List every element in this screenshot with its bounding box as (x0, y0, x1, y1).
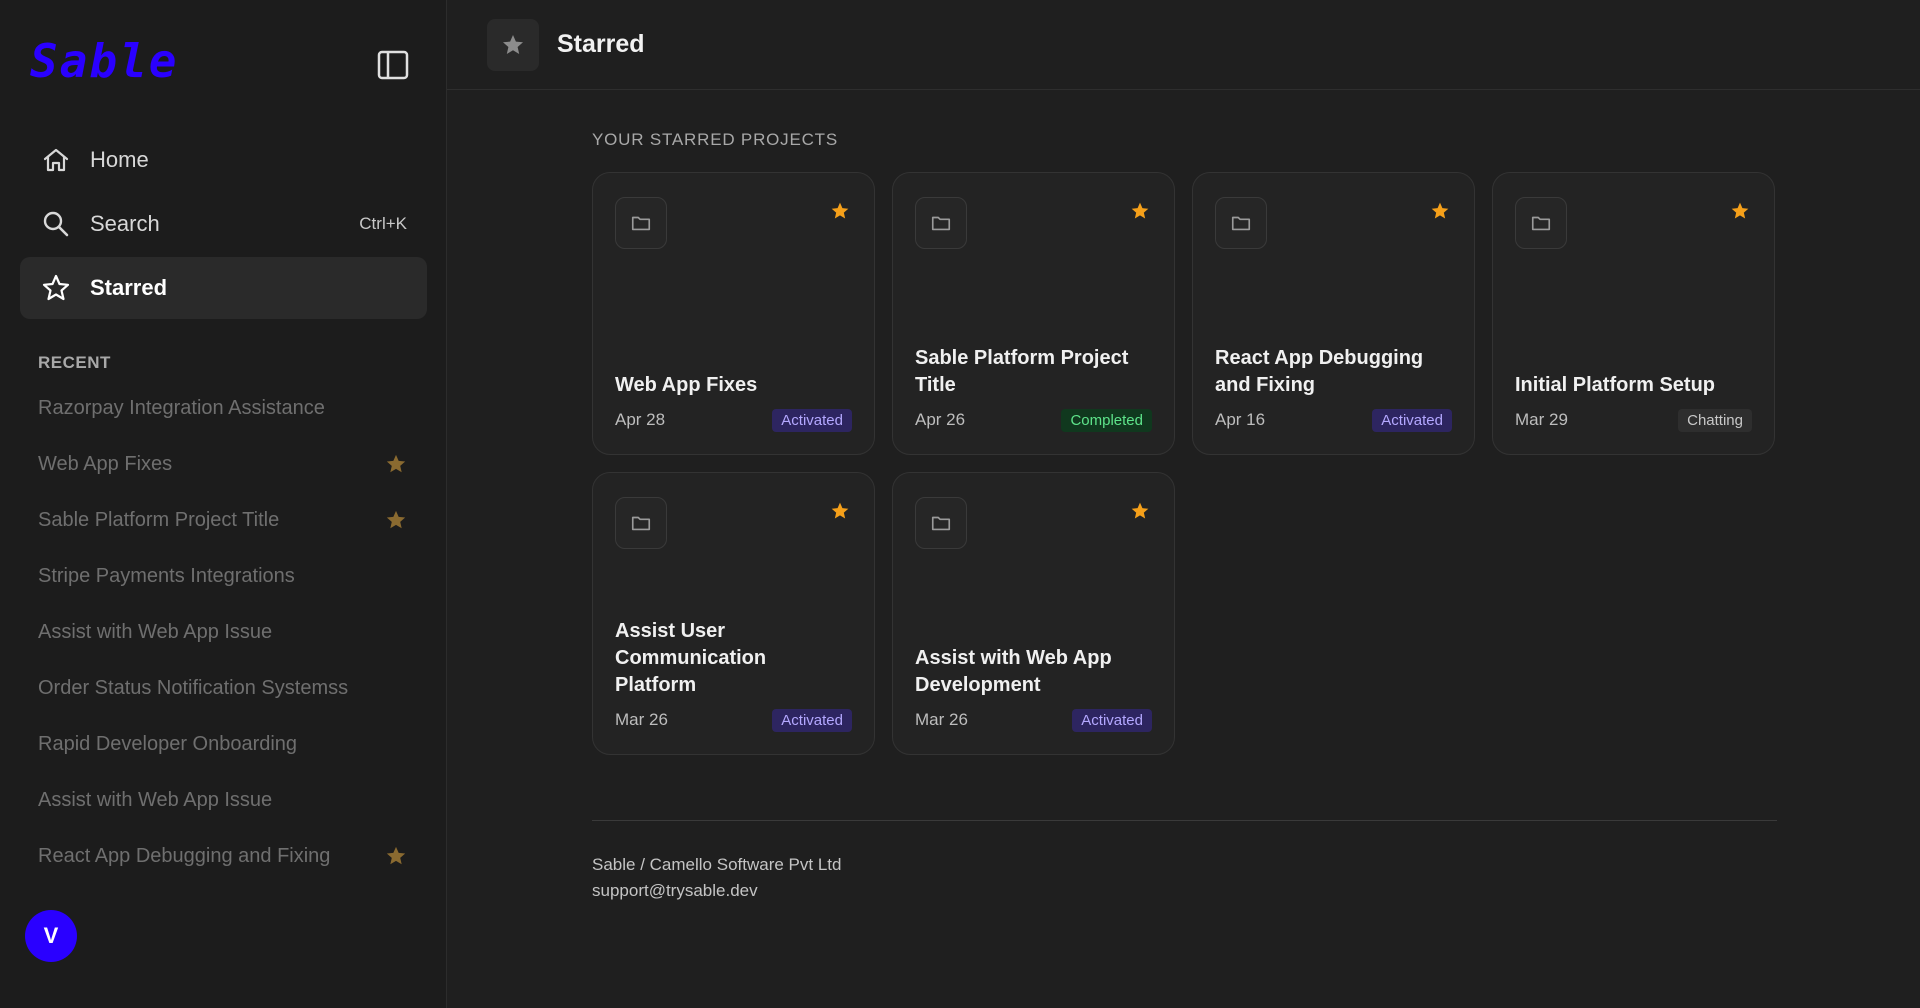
recent-item[interactable]: React App Debugging and Fixing (38, 828, 408, 884)
star-filled-icon[interactable] (830, 201, 852, 223)
sidebar: Sable Home Search Ctrl+K Starred RECENT … (0, 0, 447, 1008)
recent-item[interactable]: Sable Platform Project Title (38, 492, 408, 548)
nav-label: Home (90, 147, 149, 172)
recent-item-label: Assist with Web App Issue (38, 620, 273, 643)
recent-item-label: Razorpay Integration Assistance (38, 396, 325, 419)
folder-icon (1515, 197, 1567, 249)
star-filled-icon[interactable] (1130, 501, 1152, 523)
nav-item-search[interactable]: Search Ctrl+K (20, 193, 427, 255)
project-card[interactable]: Initial Platform Setup Mar 29 Chatting (1492, 172, 1775, 455)
star-filled-icon[interactable] (1730, 201, 1752, 223)
status-badge: Chatting (1678, 409, 1752, 432)
folder-icon (915, 197, 967, 249)
folder-icon (615, 197, 667, 249)
project-title: Sable Platform Project Title (915, 347, 1129, 396)
app: Sable Home Search Ctrl+K Starred RECENT … (0, 0, 1920, 1008)
star-filled-icon (384, 844, 408, 868)
recent-item[interactable]: Stripe Payments Integrations (38, 548, 408, 604)
footer-divider (592, 820, 1777, 821)
brand-logo[interactable]: Sable (30, 36, 178, 86)
recent-item-label: Web App Fixes (38, 452, 173, 475)
recent-item[interactable]: Razorpay Integration Assistance (38, 380, 408, 436)
project-card[interactable]: Web App Fixes Apr 28 Activated (592, 172, 875, 455)
recent-item-label: Sable Platform Project Title (38, 508, 280, 531)
project-date: Mar 26 (615, 710, 668, 729)
project-title: React App Debugging and Fixing (1215, 347, 1424, 396)
user-avatar[interactable]: V (25, 910, 77, 962)
sidebar-panel-icon (377, 50, 409, 80)
status-badge: Activated (1072, 709, 1152, 732)
sidebar-nav: Home Search Ctrl+K Starred (20, 129, 427, 321)
recent-item[interactable]: Assist with Web App Issue (38, 604, 408, 660)
status-badge: Activated (772, 409, 852, 432)
topbar: Starred (447, 0, 1920, 90)
recent-item-label: Stripe Payments Integrations (38, 564, 295, 587)
project-date: Apr 26 (915, 410, 966, 429)
recent-list: Razorpay Integration Assistance Web App … (38, 380, 408, 884)
status-badge: Activated (772, 709, 852, 732)
search-icon (40, 208, 72, 240)
sidebar-toggle-button[interactable] (376, 48, 410, 82)
recent-item-label: Rapid Developer Onboarding (38, 732, 298, 755)
project-card[interactable]: Sable Platform Project Title Apr 26 Comp… (892, 172, 1175, 455)
recent-item[interactable]: Assist with Web App Issue (38, 772, 408, 828)
nav-item-home[interactable]: Home (20, 129, 427, 191)
star-filled-icon[interactable] (1430, 201, 1452, 223)
main-content: Starred YOUR STARRED PROJECTS Web App Fi… (447, 0, 1920, 1008)
footer: Sable / Camello Software Pvt Ltd support… (592, 852, 841, 904)
status-badge: Activated (1372, 409, 1452, 432)
project-date: Mar 29 (1515, 410, 1568, 429)
project-date: Apr 28 (615, 410, 666, 429)
project-title: Assist User Communication Platform (615, 620, 767, 696)
project-date: Mar 26 (915, 710, 968, 729)
star-filled-icon[interactable] (1130, 201, 1152, 223)
project-card[interactable]: Assist with Web App Development Mar 26 A… (892, 472, 1175, 755)
recent-item[interactable]: Order Status Notification Systemss (38, 660, 408, 716)
starred-projects-grid: Web App Fixes Apr 28 Activated Sable Pla… (592, 172, 1775, 755)
recent-item[interactable]: Rapid Developer Onboarding (38, 716, 408, 772)
recent-item-label: React App Debugging and Fixing (38, 844, 331, 867)
folder-icon (915, 497, 967, 549)
search-shortcut: Ctrl+K (359, 214, 407, 233)
folder-icon (1215, 197, 1267, 249)
footer-company: Sable / Camello Software Pvt Ltd (592, 855, 842, 874)
project-title: Assist with Web App Development (915, 647, 1112, 696)
recent-item-label: Assist with Web App Issue (38, 788, 273, 811)
star-outline-icon (40, 272, 72, 304)
project-title: Initial Platform Setup (1515, 374, 1716, 396)
recent-item-label: Order Status Notification Systemss (38, 676, 349, 699)
recent-item[interactable]: Web App Fixes (38, 436, 408, 492)
footer-email-link[interactable]: support@trysable.dev (592, 878, 841, 904)
home-icon (40, 144, 72, 176)
star-filled-icon (503, 34, 523, 54)
recent-heading: RECENT (38, 353, 111, 372)
section-title: YOUR STARRED PROJECTS (592, 130, 839, 149)
status-badge: Completed (1061, 409, 1152, 432)
starred-header-button[interactable] (487, 18, 539, 71)
star-filled-icon (384, 452, 408, 476)
nav-item-starred[interactable]: Starred (20, 257, 427, 319)
project-title: Web App Fixes (615, 374, 758, 396)
star-filled-icon (384, 508, 408, 532)
project-date: Apr 16 (1215, 410, 1266, 429)
nav-label: Search (90, 211, 160, 236)
project-card[interactable]: Assist User Communication Platform Mar 2… (592, 472, 875, 755)
project-card[interactable]: React App Debugging and Fixing Apr 16 Ac… (1192, 172, 1475, 455)
page-title: Starred (557, 30, 645, 58)
nav-label: Starred (90, 275, 168, 300)
star-filled-icon[interactable] (830, 501, 852, 523)
folder-icon (615, 497, 667, 549)
